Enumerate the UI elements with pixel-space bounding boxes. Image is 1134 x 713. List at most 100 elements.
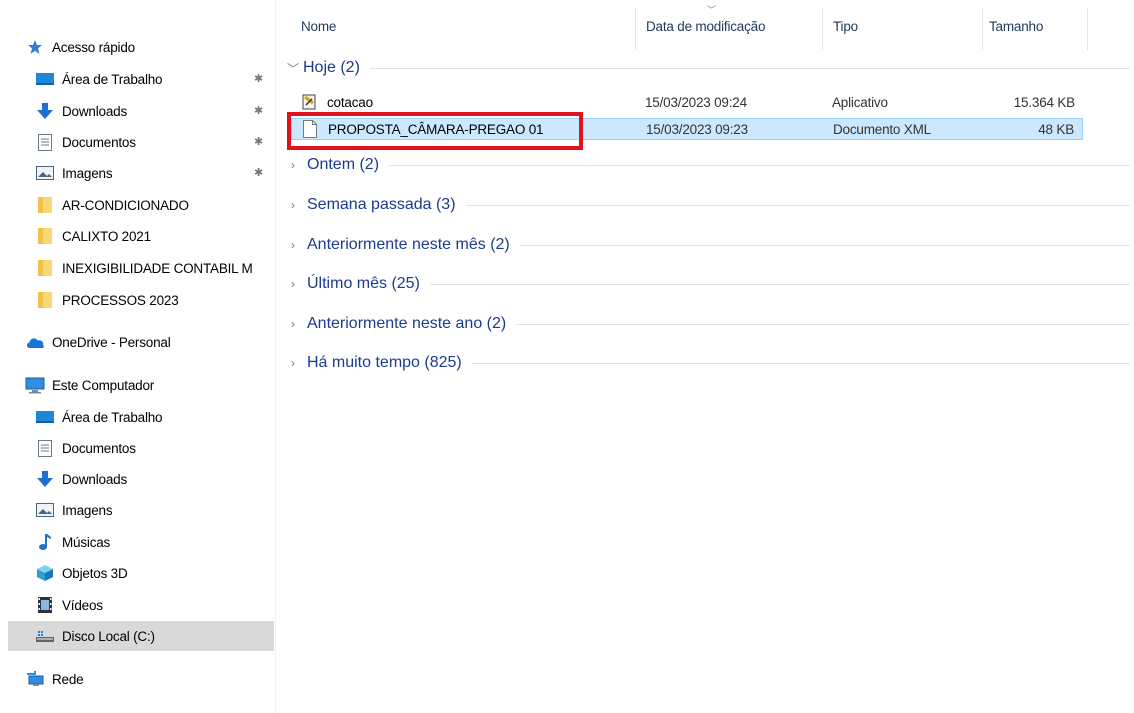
document-icon <box>34 439 56 457</box>
sidebar-item-folder[interactable]: PROCESSOS 2023 <box>8 285 274 315</box>
group-header-long-ago[interactable]: › Há muito tempo (825) <box>285 350 1130 376</box>
pin-icon[interactable]: ✱ <box>254 166 264 180</box>
file-type: Aplicativo <box>832 94 888 110</box>
download-arrow-icon <box>34 470 56 488</box>
sidebar-item-quick-access[interactable]: Acesso rápido <box>8 32 274 62</box>
cube-3d-icon <box>34 564 56 582</box>
group-divider <box>516 323 1130 325</box>
star-icon <box>24 38 46 56</box>
sidebar-item-label: Downloads <box>62 103 127 119</box>
sidebar-item-label: Área de Trabalho <box>62 409 163 425</box>
column-header-size[interactable]: Tamanho <box>989 0 1043 52</box>
folder-icon <box>34 196 56 214</box>
file-size: 48 KB <box>1038 121 1074 137</box>
chevron-right-icon[interactable]: › <box>285 317 301 331</box>
file-date: 15/03/2023 09:23 <box>646 121 748 137</box>
sidebar-item-3d-objects[interactable]: Objetos 3D <box>8 558 274 588</box>
sidebar-item-videos[interactable]: Vídeos <box>8 590 274 620</box>
group-header-yesterday[interactable]: › Ontem (2) <box>285 152 1130 178</box>
sidebar-item-label: Este Computador <box>52 377 155 393</box>
sidebar-item-downloads[interactable]: Downloads ✱ <box>8 96 274 126</box>
sidebar-item-label: Acesso rápido <box>52 39 135 55</box>
file-row[interactable]: cotacao 15/03/2023 09:24 Aplicativo 15.3… <box>291 91 1083 113</box>
group-title: Último mês (25) <box>307 275 420 292</box>
sidebar-item-label: Downloads <box>62 471 127 487</box>
cloud-icon <box>24 333 46 351</box>
sidebar-item-label: Disco Local (C:) <box>62 628 155 644</box>
group-header-last-month[interactable]: › Último mês (25) <box>285 271 1130 297</box>
sidebar-item-label: Área de Trabalho <box>62 71 163 87</box>
file-name: cotacao <box>327 94 373 110</box>
sidebar-item-pictures[interactable]: Imagens <box>8 495 274 525</box>
pin-icon[interactable]: ✱ <box>254 135 264 149</box>
sidebar-item-network[interactable]: Rede <box>8 664 274 694</box>
group-title: Ontem (2) <box>307 156 380 173</box>
group-divider <box>471 362 1130 364</box>
sidebar-item-label: Objetos 3D <box>62 565 128 581</box>
application-icon <box>301 93 319 111</box>
pin-icon[interactable]: ✱ <box>254 104 264 118</box>
sidebar-item-label: Imagens <box>62 502 113 518</box>
chevron-right-icon[interactable]: › <box>285 238 301 252</box>
pictures-icon <box>34 164 56 182</box>
folder-icon <box>34 227 56 245</box>
column-divider[interactable] <box>982 8 983 50</box>
sidebar-item-documents[interactable]: Documentos ✱ <box>8 127 274 157</box>
chevron-right-icon[interactable]: › <box>285 356 301 370</box>
group-title: Anteriormente neste ano (2) <box>307 315 507 332</box>
sidebar-item-label: Documentos <box>62 440 136 456</box>
folder-icon <box>34 291 56 309</box>
sidebar-item-documents[interactable]: Documentos <box>8 433 274 463</box>
chevron-right-icon[interactable]: › <box>285 277 301 291</box>
group-header-today[interactable]: ﹀ Hoje (2) <box>285 55 1130 81</box>
chevron-down-icon[interactable]: ﹀ <box>285 60 301 77</box>
group-divider <box>389 164 1130 166</box>
pictures-icon <box>34 501 56 519</box>
column-divider[interactable] <box>635 8 636 50</box>
group-title: Anteriormente neste mês (2) <box>307 236 510 253</box>
sidebar-item-label: Documentos <box>62 134 136 150</box>
group-header-last-week[interactable]: › Semana passada (3) <box>285 192 1130 218</box>
film-icon <box>34 596 56 614</box>
sidebar-item-desktop[interactable]: Área de Trabalho ✱ <box>8 64 274 94</box>
document-icon <box>34 133 56 151</box>
sidebar-item-folder[interactable]: CALIXTO 2021 <box>8 221 274 251</box>
sidebar-item-label: Músicas <box>62 534 111 550</box>
sidebar-item-desktop[interactable]: Área de Trabalho <box>8 402 274 432</box>
sidebar-item-folder[interactable]: INEXIGIBILIDADE CONTABIL M <box>8 253 274 283</box>
sidebar-item-local-disk[interactable]: Disco Local (C:) <box>8 621 274 651</box>
chevron-right-icon[interactable]: › <box>285 198 301 212</box>
sidebar-item-label: Rede <box>52 671 84 687</box>
group-title: Semana passada (3) <box>307 196 456 213</box>
group-divider <box>369 67 1130 69</box>
file-type: Documento XML <box>833 121 931 137</box>
sidebar-item-pictures[interactable]: Imagens ✱ <box>8 158 274 188</box>
sidebar-item-label: OneDrive - Personal <box>52 334 171 350</box>
chevron-right-icon[interactable]: › <box>285 158 301 172</box>
file-date: 15/03/2023 09:24 <box>645 94 747 110</box>
sidebar-item-music[interactable]: Músicas <box>8 527 274 557</box>
sidebar-item-folder[interactable]: AR-CONDICIONADO <box>8 190 274 220</box>
group-header-earlier-month[interactable]: › Anteriormente neste mês (2) <box>285 232 1130 258</box>
sidebar-item-label: AR-CONDICIONADO <box>62 197 189 213</box>
music-note-icon <box>34 533 56 551</box>
computer-icon <box>24 376 46 394</box>
desktop-icon <box>34 408 56 426</box>
sidebar-item-label: INEXIGIBILIDADE CONTABIL M <box>62 260 253 276</box>
column-header-type[interactable]: Tipo <box>833 0 858 52</box>
highlight-box <box>287 112 583 150</box>
column-header-date[interactable]: Data de modificação <box>646 0 765 52</box>
group-header-earlier-year[interactable]: › Anteriormente neste ano (2) <box>285 311 1130 337</box>
pin-icon[interactable]: ✱ <box>254 72 264 86</box>
column-header-name[interactable]: Nome <box>301 0 336 52</box>
sidebar-item-onedrive[interactable]: OneDrive - Personal <box>8 327 274 357</box>
navigation-pane: Acesso rápido Área de Trabalho ✱ Downloa… <box>0 0 276 713</box>
drive-icon <box>34 627 56 645</box>
network-icon <box>24 670 46 688</box>
sidebar-item-label: Imagens <box>62 165 113 181</box>
column-divider[interactable] <box>1087 8 1088 50</box>
group-title: Há muito tempo (825) <box>307 354 462 371</box>
sidebar-item-downloads[interactable]: Downloads <box>8 464 274 494</box>
sidebar-item-this-pc[interactable]: Este Computador <box>8 370 274 400</box>
column-divider[interactable] <box>822 8 823 50</box>
